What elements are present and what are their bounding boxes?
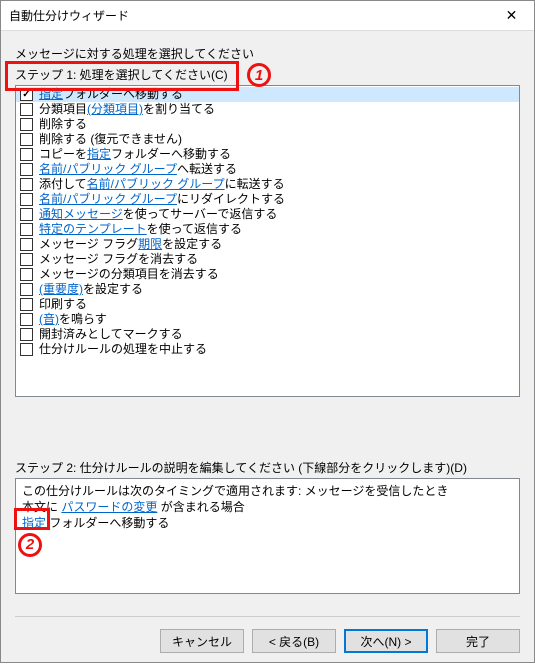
- action-row[interactable]: 削除する: [16, 117, 519, 132]
- action-link[interactable]: 期限: [138, 237, 162, 252]
- desc-line-3: 指定 フォルダーへ移動する: [22, 515, 513, 531]
- action-link[interactable]: 名前/パブリック グループ: [87, 177, 225, 192]
- action-text: 分類項目: [39, 102, 87, 117]
- action-checkbox[interactable]: [20, 178, 33, 191]
- action-link[interactable]: 指定: [87, 147, 111, 162]
- action-text: フォルダーへ移動する: [63, 87, 183, 102]
- action-text: を使って返信する: [147, 222, 242, 237]
- finish-button[interactable]: 完了: [436, 629, 520, 653]
- action-checkbox[interactable]: [20, 193, 33, 206]
- action-checkbox[interactable]: [20, 253, 33, 266]
- action-link[interactable]: (分類項目): [87, 102, 143, 117]
- action-text: に転送する: [225, 177, 285, 192]
- action-link[interactable]: 指定: [39, 87, 63, 102]
- action-link[interactable]: (音): [39, 312, 59, 327]
- action-text: 削除する (復元できません): [39, 132, 182, 147]
- action-text: メッセージ フラグを消去する: [39, 252, 198, 267]
- titlebar: 自動仕分けウィザード ✕: [1, 1, 534, 31]
- window-title: 自動仕分けウィザード: [9, 7, 129, 24]
- action-row[interactable]: 名前/パブリック グループ へ転送する: [16, 162, 519, 177]
- button-bar: キャンセル < 戻る(B) 次へ(N) > 完了: [1, 617, 534, 667]
- action-listbox[interactable]: 指定 フォルダーへ移動する分類項目 (分類項目) を割り当てる削除する削除する …: [15, 85, 520, 397]
- close-icon: ✕: [506, 7, 518, 24]
- action-row[interactable]: 削除する (復元できません): [16, 132, 519, 147]
- action-row[interactable]: 名前/パブリック グループ にリダイレクトする: [16, 192, 519, 207]
- action-text: を割り当てる: [143, 102, 215, 117]
- action-link[interactable]: 名前/パブリック グループ: [39, 162, 177, 177]
- action-row[interactable]: 分類項目 (分類項目) を割り当てる: [16, 102, 519, 117]
- desc-line-2: 本文に パスワードの変更 が含まれる場合: [22, 499, 513, 515]
- step1-label: ステップ 1: 処理を選択してください(C): [15, 66, 520, 83]
- action-row[interactable]: 通知メッセージ を使ってサーバーで返信する: [16, 207, 519, 222]
- action-checkbox[interactable]: [20, 298, 33, 311]
- action-row[interactable]: メッセージ フラグを消去する: [16, 252, 519, 267]
- action-checkbox[interactable]: [20, 238, 33, 251]
- action-row[interactable]: 指定 フォルダーへ移動する: [16, 87, 519, 102]
- action-link[interactable]: 特定のテンプレート: [39, 222, 147, 237]
- action-text: 添付して: [39, 177, 87, 192]
- action-row[interactable]: コピーを 指定 フォルダーへ移動する: [16, 147, 519, 162]
- action-checkbox[interactable]: [20, 223, 33, 236]
- action-row[interactable]: 仕分けルールの処理を中止する: [16, 342, 519, 357]
- action-text: を使ってサーバーで返信する: [123, 207, 278, 222]
- action-text: 印刷する: [39, 297, 87, 312]
- action-row[interactable]: 印刷する: [16, 297, 519, 312]
- action-row[interactable]: メッセージ フラグ 期限 を設定する: [16, 237, 519, 252]
- action-checkbox[interactable]: [20, 328, 33, 341]
- action-checkbox[interactable]: [20, 163, 33, 176]
- action-text: メッセージ フラグ: [39, 237, 138, 252]
- action-text: コピーを: [39, 147, 87, 162]
- back-button[interactable]: < 戻る(B): [252, 629, 336, 653]
- action-text: 仕分けルールの処理を中止する: [39, 342, 207, 357]
- action-checkbox[interactable]: [20, 208, 33, 221]
- action-checkbox[interactable]: [20, 148, 33, 161]
- action-row[interactable]: (音) を鳴らす: [16, 312, 519, 327]
- separator: [15, 616, 520, 617]
- action-text: を鳴らす: [59, 312, 107, 327]
- step2-label: ステップ 2: 仕分けルールの説明を編集してください (下線部分をクリックします…: [15, 459, 520, 476]
- action-link[interactable]: 通知メッセージ: [39, 207, 123, 222]
- action-text: メッセージの分類項目を消去する: [39, 267, 219, 282]
- rule-description-box[interactable]: この仕分けルールは次のタイミングで適用されます: メッセージを受信したとき 本文…: [15, 478, 520, 594]
- desc-line-1: この仕分けルールは次のタイミングで適用されます: メッセージを受信したとき: [22, 483, 513, 499]
- action-checkbox[interactable]: [20, 313, 33, 326]
- action-checkbox[interactable]: [20, 118, 33, 131]
- desc-link-folder[interactable]: 指定: [22, 516, 46, 530]
- action-row[interactable]: (重要度) を設定する: [16, 282, 519, 297]
- instruction-text: メッセージに対する処理を選択してください: [15, 45, 520, 62]
- action-checkbox[interactable]: [20, 103, 33, 116]
- next-button[interactable]: 次へ(N) >: [344, 629, 428, 653]
- action-text: フォルダーへ移動する: [111, 147, 231, 162]
- action-checkbox[interactable]: [20, 283, 33, 296]
- action-text: へ転送する: [177, 162, 237, 177]
- action-checkbox[interactable]: [20, 343, 33, 356]
- action-link[interactable]: (重要度): [39, 282, 83, 297]
- action-checkbox[interactable]: [20, 268, 33, 281]
- cancel-button[interactable]: キャンセル: [160, 629, 244, 653]
- action-text: 削除する: [39, 117, 87, 132]
- action-text: にリダイレクトする: [177, 192, 285, 207]
- action-text: を設定する: [83, 282, 143, 297]
- action-row[interactable]: 特定のテンプレート を使って返信する: [16, 222, 519, 237]
- action-row[interactable]: 添付して 名前/パブリック グループ に転送する: [16, 177, 519, 192]
- action-row[interactable]: メッセージの分類項目を消去する: [16, 267, 519, 282]
- close-button[interactable]: ✕: [489, 1, 534, 31]
- action-row[interactable]: 開封済みとしてマークする: [16, 327, 519, 342]
- action-link[interactable]: 名前/パブリック グループ: [39, 192, 177, 207]
- callout-number-2: 2: [18, 533, 42, 557]
- action-checkbox[interactable]: [20, 88, 33, 101]
- action-text: 開封済みとしてマークする: [39, 327, 183, 342]
- action-text: を設定する: [162, 237, 222, 252]
- action-checkbox[interactable]: [20, 133, 33, 146]
- desc-link-condition[interactable]: パスワードの変更: [61, 500, 157, 514]
